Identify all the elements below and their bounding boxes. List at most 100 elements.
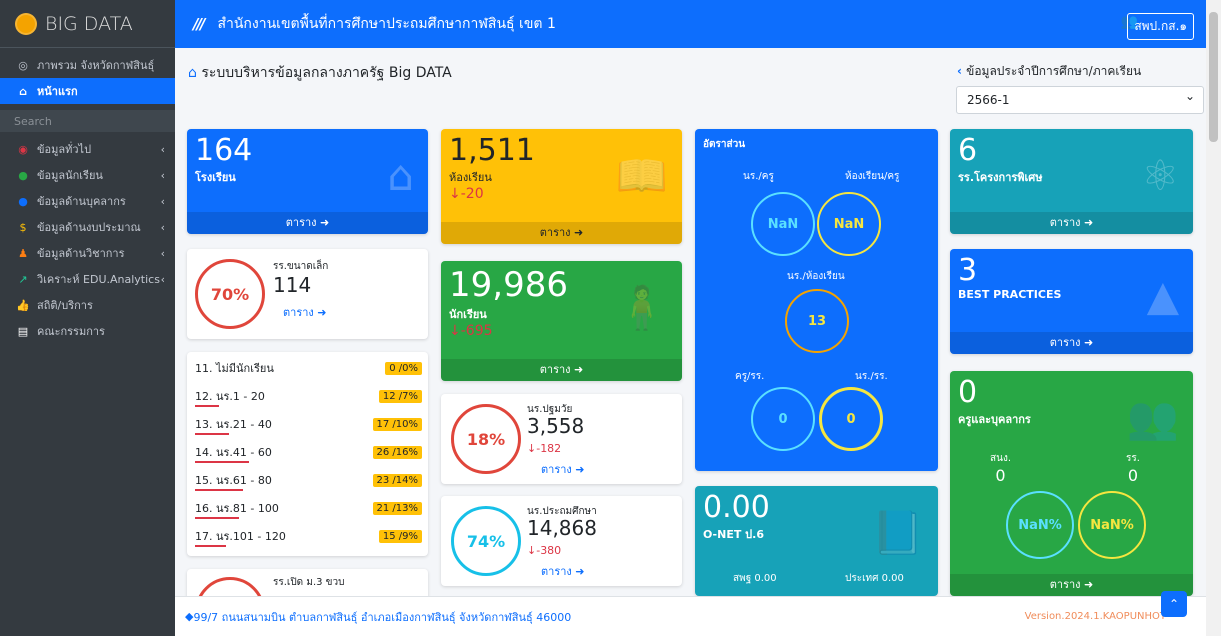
sidebar-item-stats[interactable]: 👍 สถิติ/บริการ [0,292,175,318]
ratio-circle: NaN [817,192,881,256]
card-special: 6 รร.โครงการพิเศษ ⚛ ตาราง ➜ [950,129,1193,234]
list-item-badge: 15 /9% [378,529,422,543]
ratio-circle: 0 [751,387,815,451]
card-rooms: 1,511 ห้องเรียน ↓-20 📖 ตาราง ➜ [441,129,682,244]
best-table-link[interactable]: ตาราง ➜ [950,332,1193,354]
card-primary: 74% นร.ประถมศึกษา 14,868 ↓-380 ตาราง ➜ [441,496,682,586]
card-students: 19,986 นักเรียน ↓-695 🧍 ตาราง ➜ [441,261,682,381]
list-item-badge: 26 /16% [372,445,422,459]
prim-delta: ↓-380 [527,544,562,557]
list-item: 11. ไม่มีนักเรียน 0 /0% [187,354,428,382]
sidebar-item-analytics[interactable]: ↗ วิเคราะห์ EDU.Analytics ‹ [0,266,175,292]
sidebar-item-committee[interactable]: ▤ คณะกรรมการ [0,318,175,344]
main-content: ⌂ ระบบบริหารข้อมูลกลางภาครัฐ Big DATA ‹ … [175,48,1206,596]
ratio-title: อัตราส่วน [703,139,746,150]
sidebar-search[interactable]: Search [0,110,175,132]
staff-table-link[interactable]: ตาราง ➜ [950,574,1193,596]
m3-label: รร.เปิด ม.3 ขวบ [273,577,345,588]
ratio-value: 0 [846,411,856,427]
back-to-top-button[interactable]: ⌃ [1161,591,1187,617]
prim-table-link[interactable]: ตาราง ➜ [541,562,585,580]
sidebar-item-personnel[interactable]: ● ข้อมูลด้านบุคลากร ‹ [0,188,175,214]
card-best: 3 BEST PRACTICES ▲ ตาราง ➜ [950,249,1193,354]
card-small-schools: 70% รร.ขนาดเล็ก 114 ตาราง ➜ [187,249,428,339]
home-icon: ⌂ [188,65,202,81]
home-icon: ⌂ [19,84,27,98]
onet-obec: สพฐ 0.00 [733,573,777,584]
list-item-label: 14. นร.41 - 60 [195,446,272,459]
prim-num: 14,868 [527,516,597,540]
staff-school-value: 0 [1127,466,1139,485]
list-item: 13. นร.21 - 40 17 /10% [187,410,428,438]
card-ratio: อัตราส่วน นร./ครู ห้องเรียน/ครู NaN NaN … [695,129,938,471]
sidebar-item-home[interactable]: ⌂ หน้าแรก [0,78,175,104]
sidebar-item-label: คณะกรรมการ [37,325,105,338]
sidebar-item-overview[interactable]: ◎ ภาพรวม จังหวัดกาฬสินธุ์ [0,52,175,78]
list-item-badge: 23 /14% [372,473,422,487]
chevron-left-icon: ‹ [160,272,165,286]
footer-label: ตาราง [539,226,571,239]
list-item: 14. นร.41 - 60 26 /16% [187,438,428,466]
logo-icon [15,12,37,35]
list-item-label: 16. นร.81 - 100 [195,502,279,515]
shapes-icon: ▲ [1146,271,1179,320]
small-table-link[interactable]: ตาราง ➜ [283,303,327,321]
footer-label: ตาราง [1049,216,1081,229]
page-title-text: ระบบบริหารข้อมูลกลางภาครัฐ Big DATA [201,65,452,81]
brand-title: BIG DATA [45,12,133,35]
pre-table-link[interactable]: ตาราง ➜ [541,460,585,478]
sidebar-item-students[interactable]: ● ข้อมูลนักเรียน ‹ [0,162,175,188]
special-table-link[interactable]: ตาราง ➜ [950,212,1193,234]
card-preschool: 18% นร.ปฐมวัย 3,558 ↓-182 ตาราง ➜ [441,394,682,484]
sidebar-item-academic[interactable]: ♟ ข้อมูลด้านวิชาการ ‹ [0,240,175,266]
chevron-left-icon: ‹ [160,220,165,234]
list-item-badge: 12 /7% [378,389,422,403]
footer-label: ตาราง [1049,336,1081,349]
chevron-left-icon: ‹ [160,168,165,182]
list-item-label: 11. ไม่มีนักเรียน [195,362,274,375]
money-icon: $ [19,220,27,234]
sidebar-item-label: หน้าแรก [37,85,78,98]
scrollbar-thumb[interactable] [1209,12,1218,142]
pre-num: 3,558 [527,414,585,438]
brand[interactable]: BIG DATA [0,0,175,48]
list-item-bar [195,489,243,491]
scrollbar[interactable] [1206,0,1221,636]
ratio-label: ห้องเรียน/ครู [845,171,900,182]
list-item: 15. นร.61 - 80 23 /14% [187,466,428,494]
list-item: 12. นร.1 - 20 12 /7% [187,382,428,410]
footer-label: ตาราง [541,565,572,578]
footer-label: ตาราง [283,306,314,319]
onet-national: ประเทศ 0.00 [845,573,904,584]
sidebar-item-budget[interactable]: $ ข้อมูลด้านงบประมาณ ‹ [0,214,175,240]
ratio-circle: 13 [785,289,849,353]
student-icon: ● [18,168,28,182]
year-label: ‹ ข้อมูลประจำปีการศึกษา/ภาคเรียน [957,62,1141,81]
staff-office-label: สนง. [990,453,1012,464]
office-title: สำนักงานเขตพื้นที่การศึกษาประถมศึกษากาฬส… [217,16,556,32]
ratio-value: 13 [807,313,827,329]
ratio-value: 0 [778,411,788,427]
list-item-label: 12. นร.1 - 20 [195,390,265,403]
ratio-value: NaN [767,216,799,232]
footer: ◆ 99/7 ถนนสนามบิน ตำบลกาฬสินธุ์ อำเภอเมื… [175,596,1206,636]
year-select[interactable]: 2566-1 [956,86,1204,114]
schools-table-link[interactable]: ตาราง ➜ [187,212,428,234]
students-table-link[interactable]: ตาราง ➜ [441,359,682,381]
user-button[interactable]: สพป.กส.๑ [1127,13,1194,40]
menu-toggle-icon[interactable]: /// [193,15,206,33]
sidebar: ◎ ภาพรวม จังหวัดกาฬสินธุ์ ⌂ หน้าแรก Search… [0,48,175,636]
ratio-label: ครู/รร. [735,371,765,382]
sidebar-item-general[interactable]: ◉ ข้อมูลทั่วไป ‹ [0,136,175,162]
rooms-table-link[interactable]: ตาราง ➜ [441,222,682,244]
card-schools: 164 โรงเรียน ⌂ ตาราง ➜ [187,129,428,234]
staff-office: สนง. 0 [990,451,1011,485]
list-item-bar [195,545,226,547]
rooms-delta-value: -20 [460,186,484,202]
small-pct: 70% [210,284,250,304]
list-item-label: 13. นร.21 - 40 [195,418,272,431]
students-delta-value: -695 [460,323,493,339]
chevron-left-icon[interactable]: ‹ [957,64,966,78]
book-reader-icon: 📖 [615,151,668,200]
prim-pct: 74% [466,531,506,551]
